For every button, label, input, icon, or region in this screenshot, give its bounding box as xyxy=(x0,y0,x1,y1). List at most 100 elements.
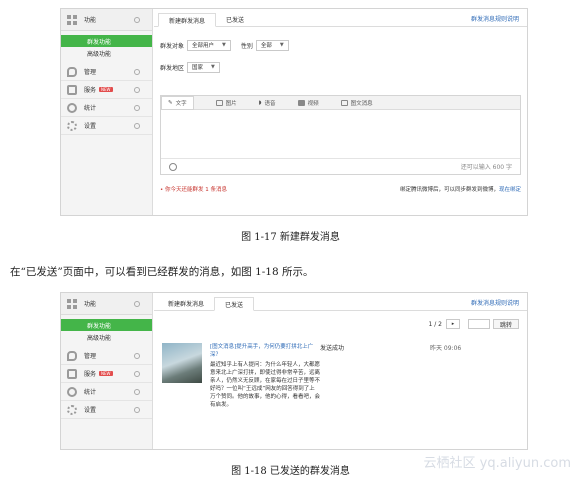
collapse-icon[interactable] xyxy=(134,16,140,23)
emoji-icon[interactable] xyxy=(169,162,177,171)
tab-new-broadcast[interactable]: 新建群发消息 xyxy=(158,13,217,27)
tool-label: 文字 xyxy=(175,100,187,107)
sidebar-item-label: 统计 xyxy=(84,389,97,396)
sidebar-item-settings[interactable]: 设置 xyxy=(61,401,152,419)
message-title[interactable]: [图文消息]提升高手，为何仍要打拼北上广深？ xyxy=(210,343,320,359)
region-row: 群发地区 国家 ▼ xyxy=(154,59,527,75)
sidebar-item-func[interactable]: 功能 xyxy=(61,293,152,315)
tool-label: 图文消息 xyxy=(350,100,373,107)
region-select[interactable]: 国家 ▼ xyxy=(187,61,220,73)
gender-label: 性别 xyxy=(240,42,253,50)
sidebar-item-manage[interactable]: 管理 xyxy=(61,347,152,365)
news-icon xyxy=(340,99,348,106)
tool-label: 语音 xyxy=(264,100,276,107)
message-status: 发送成功 xyxy=(320,345,345,352)
sidebar: 功能 群发功能 高级功能 管理 服务 NEW 统计 设置 xyxy=(61,9,153,215)
sidebar-item-label: 管理 xyxy=(84,353,97,360)
bind-now-link[interactable]: 现在绑定 xyxy=(499,187,521,193)
sidebar-item-settings[interactable]: 设置 xyxy=(61,117,152,135)
collapse-icon[interactable] xyxy=(134,388,140,395)
sidebar-item-label: 服务 xyxy=(84,87,97,94)
sidebar-item-service[interactable]: 服务 NEW xyxy=(61,365,152,383)
screenshot-sent-messages: 功能 群发功能 高级功能 管理 服务 NEW 统计 设置 新建群发消息 已发送 … xyxy=(60,292,528,450)
target-row: 群发对象 全部用户 ▼ 性别 全部 ▼ xyxy=(154,37,527,53)
sidebar-item-func[interactable]: 功能 xyxy=(61,9,152,31)
tab-sent[interactable]: 已发送 xyxy=(214,297,255,311)
message-textarea[interactable] xyxy=(161,110,520,158)
image-icon xyxy=(215,99,223,106)
editor-footer: 还可以输入 600 字 xyxy=(161,158,520,174)
message-time: 昨天 09:06 xyxy=(430,345,462,352)
rules-link[interactable]: 群发消息规则说明 xyxy=(471,14,519,23)
chevron-down-icon: ▼ xyxy=(279,42,284,48)
message-thumbnail[interactable] xyxy=(162,343,202,383)
collapse-icon[interactable] xyxy=(134,104,140,111)
sidebar-item-stats[interactable]: 统计 xyxy=(61,383,152,401)
new-badge: NEW xyxy=(99,87,113,92)
pagination: 1 / 2 ▸ 跳转 xyxy=(429,319,519,329)
tab-new-broadcast[interactable]: 新建群发消息 xyxy=(158,296,214,310)
collapse-icon[interactable] xyxy=(134,122,140,129)
rules-link[interactable]: 群发消息规则说明 xyxy=(471,298,519,307)
sidebar-item-label: 设置 xyxy=(84,407,97,414)
sidebar-item-broadcast[interactable]: 群发功能 xyxy=(61,319,152,331)
screenshot-new-broadcast: 功能 群发功能 高级功能 管理 服务 NEW 统计 设置 新建群发消息 已发送 … xyxy=(60,8,528,216)
message-editor: ✎ 文字 图片 ◗ 语音 视频 图文消息 还可以输入 600 字 xyxy=(160,95,521,175)
grid-icon xyxy=(67,14,77,25)
page-input[interactable] xyxy=(467,319,490,329)
region-value: 国家 xyxy=(192,65,204,71)
collapse-icon[interactable] xyxy=(134,86,140,93)
chevron-down-icon: ▼ xyxy=(211,64,215,70)
tab-bar: 新建群发消息 已发送 群发消息规则说明 xyxy=(154,293,527,311)
tool-voice[interactable]: ◗ 语音 xyxy=(259,99,276,107)
watermark: 云栖社区 yq.aliyun.com xyxy=(423,456,571,471)
collapse-icon[interactable] xyxy=(134,370,140,377)
figure-caption-1-17: 图 1-17 新建群发消息 xyxy=(241,232,340,243)
sidebar-item-advanced[interactable]: 高级功能 xyxy=(61,331,152,343)
target-value: 全部用户 xyxy=(192,43,215,49)
tool-news[interactable]: 图文消息 xyxy=(340,99,373,107)
tool-video[interactable]: 视频 xyxy=(297,99,319,107)
sidebar-item-label: 管理 xyxy=(84,69,97,76)
collapse-icon[interactable] xyxy=(134,68,140,75)
gender-value: 全部 xyxy=(260,43,272,49)
video-icon xyxy=(297,99,305,106)
sidebar-item-service[interactable]: 服务 NEW xyxy=(61,81,152,99)
message-content: [图文消息]提升高手，为何仍要打拼北上广深？ 最近知乎上有人提问：为什么年轻人，… xyxy=(210,343,320,443)
chart-icon xyxy=(67,102,77,113)
sidebar-item-label: 功能 xyxy=(84,17,97,24)
gear-icon xyxy=(67,404,77,415)
tool-label: 视频 xyxy=(307,100,319,107)
tab-sent[interactable]: 已发送 xyxy=(216,12,254,26)
collapse-icon[interactable] xyxy=(134,406,140,413)
bind-text: 绑定腾讯微博后，可以同步群发到微博， xyxy=(399,187,499,193)
service-icon xyxy=(67,84,77,95)
chat-icon xyxy=(67,66,77,77)
target-label: 群发对象 xyxy=(160,42,185,50)
sidebar-item-broadcast[interactable]: 群发功能 xyxy=(61,35,152,47)
char-count: 还可以输入 600 字 xyxy=(460,164,512,171)
status-row: • 你今天还能群发 1 条消息 绑定腾讯微博后，可以同步群发到微博，现在绑定 xyxy=(160,185,521,193)
jump-button[interactable]: 跳转 xyxy=(492,319,519,329)
sidebar-item-label: 功能 xyxy=(84,301,97,308)
gender-select[interactable]: 全部 ▼ xyxy=(255,39,289,51)
sidebar-item-manage[interactable]: 管理 xyxy=(61,63,152,81)
body-paragraph: 在“已发送”页面中，可以看到已经群发的消息，如图 1-18 所示。 xyxy=(10,266,314,278)
chevron-down-icon: ▼ xyxy=(222,42,226,48)
target-select[interactable]: 全部用户 ▼ xyxy=(187,39,231,51)
bind-notice: 绑定腾讯微博后，可以同步群发到微博，现在绑定 xyxy=(400,185,521,193)
main-panel: 新建群发消息 已发送 群发消息规则说明 群发对象 全部用户 ▼ 性别 全部 ▼ … xyxy=(154,9,527,215)
sidebar-item-advanced[interactable]: 高级功能 xyxy=(61,47,152,59)
sidebar-item-stats[interactable]: 统计 xyxy=(61,99,152,117)
tool-label: 图片 xyxy=(225,100,237,107)
chart-icon xyxy=(67,386,77,397)
gear-icon xyxy=(67,120,77,131)
tool-text[interactable]: ✎ 文字 xyxy=(161,95,194,110)
next-page-button[interactable]: ▸ xyxy=(445,319,460,329)
tool-image[interactable]: 图片 xyxy=(215,99,237,107)
service-icon xyxy=(67,368,77,379)
tab-bar: 新建群发消息 已发送 群发消息规则说明 xyxy=(154,9,527,27)
region-label: 群发地区 xyxy=(160,64,185,72)
collapse-icon[interactable] xyxy=(134,300,140,307)
collapse-icon[interactable] xyxy=(134,352,140,359)
